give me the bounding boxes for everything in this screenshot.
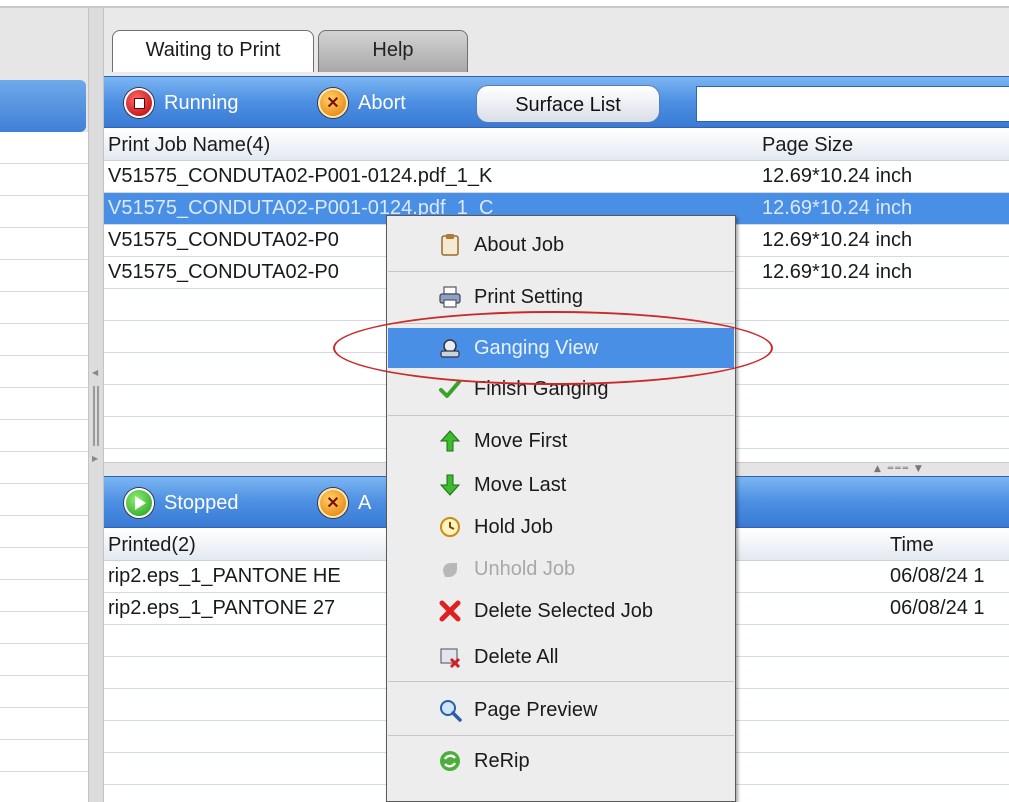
menu-item-label: Delete All (474, 646, 559, 668)
menu-item-ganging-view[interactable]: Ganging View (388, 328, 734, 368)
page-size-cell: 12.69*10.24 inch (762, 197, 913, 219)
menu-separator (388, 735, 734, 736)
arrow-down-icon (439, 474, 461, 496)
running-button[interactable]: Running (124, 87, 239, 119)
splitter-right-arrow-icon[interactable]: ▶ (92, 454, 98, 463)
menu-item-label: Page Preview (474, 699, 598, 721)
menu-item-finish-ganging[interactable]: Finish Ganging (388, 369, 734, 409)
abort-label-bottom: A (358, 491, 372, 514)
delete-all-icon (440, 648, 461, 669)
column-header-printed[interactable]: Printed(2) (108, 534, 196, 557)
printed-name-cell: rip2.eps_1_PANTONE 27 (108, 597, 336, 619)
red-x-icon (439, 600, 461, 622)
menu-item-move-last[interactable]: Move Last (388, 465, 734, 505)
menu-item-page-preview[interactable]: Page Preview (388, 690, 734, 730)
printed-time-cell: 06/08/24 1 (890, 597, 985, 619)
menu-item-label: Ganging View (474, 337, 599, 359)
menu-item-label: Delete Selected Job (474, 600, 654, 622)
menu-item-move-first[interactable]: Move First (388, 421, 734, 461)
menu-separator (388, 681, 734, 682)
context-menu: About Job Print Setting Ganging View Fin… (386, 215, 736, 802)
hand-icon (443, 563, 457, 577)
clipboard-icon (441, 234, 459, 256)
job-name-cell: V51575_CONDUTA02-P001-0124.pdf_1_K (108, 165, 493, 187)
page-size-cell: 12.69*10.24 inch (762, 261, 913, 283)
abort-x-icon: ✕ (318, 88, 348, 118)
stop-icon (124, 88, 154, 118)
tab-bar: Waiting to Print Help (104, 8, 1009, 76)
job-name-cell: V51575_CONDUTA02-P0 (108, 261, 339, 283)
printed-name-cell: rip2.eps_1_PANTONE HE (108, 565, 341, 587)
menu-item-delete-selected-job[interactable]: Delete Selected Job (388, 591, 734, 631)
surface-list-button[interactable]: Surface List (476, 85, 660, 123)
abort-x-icon: ✕ (318, 488, 348, 518)
job-name-cell: V51575_CONDUTA02-P0 (108, 229, 339, 251)
abort-button-bottom[interactable]: ✕ A (318, 487, 371, 519)
vertical-splitter[interactable]: ◀ ▶ (88, 8, 104, 802)
table-row[interactable]: V51575_CONDUTA02-P001-0124.pdf_1_K 12.69… (104, 161, 1009, 193)
page-size-cell: 12.69*10.24 inch (762, 165, 913, 187)
menu-item-label: Move Last (474, 474, 567, 496)
arrow-up-icon (439, 430, 461, 452)
menu-item-label: ReRip (474, 750, 530, 772)
abort-button[interactable]: ✕ Abort (318, 87, 406, 119)
left-panel-list (0, 132, 88, 802)
tab-help[interactable]: Help (318, 30, 468, 72)
print-jobs-header: Print Job Name(4) Page Size (104, 129, 1009, 161)
tab-waiting-to-print[interactable]: Waiting to Print (112, 30, 314, 72)
menu-item-print-setting[interactable]: Print Setting (388, 277, 734, 317)
running-toolbar: Running ✕ Abort Surface List (104, 76, 1009, 128)
menu-item-delete-all[interactable]: Delete All (388, 637, 734, 677)
clock-icon (440, 517, 460, 537)
menu-item-label: Hold Job (474, 516, 553, 538)
printed-time-cell: 06/08/24 1 (890, 565, 985, 587)
left-panel (0, 8, 96, 802)
menu-item-rerip[interactable]: ReRip (388, 741, 734, 781)
menu-item-label: Move First (474, 430, 568, 452)
checkmark-icon (439, 380, 461, 398)
column-header-job-name[interactable]: Print Job Name(4) (108, 134, 270, 157)
printer-icon (439, 286, 461, 308)
abort-label: Abort (358, 91, 406, 114)
toolbar-field[interactable] (696, 86, 1009, 122)
ganging-icon (440, 339, 460, 358)
menu-item-label: Finish Ganging (474, 378, 609, 400)
play-icon (124, 488, 154, 518)
refresh-icon (440, 751, 460, 771)
menu-separator (388, 415, 734, 416)
stopped-label: Stopped (164, 491, 239, 514)
left-panel-header (0, 80, 86, 132)
window-top-edge (0, 0, 1009, 8)
menu-item-label: About Job (474, 234, 565, 256)
splitter-grip-icon[interactable]: ▲ ═══ ▼ (874, 464, 924, 474)
splitter-grip[interactable] (93, 386, 99, 446)
column-header-page-size[interactable]: Page Size (762, 134, 853, 157)
splitter-left-arrow-icon[interactable]: ◀ (92, 368, 98, 377)
menu-item-about-job[interactable]: About Job (388, 225, 734, 265)
menu-separator (388, 271, 734, 272)
menu-item-unhold-job[interactable]: Unhold Job (388, 549, 734, 589)
stopped-button[interactable]: Stopped (124, 487, 239, 519)
running-label: Running (164, 91, 239, 114)
column-header-time[interactable]: Time (890, 534, 934, 557)
menu-separator (388, 323, 734, 324)
menu-item-label: Print Setting (474, 286, 583, 308)
menu-item-hold-job[interactable]: Hold Job (388, 507, 734, 547)
magnifier-icon (440, 700, 462, 722)
page-size-cell: 12.69*10.24 inch (762, 229, 913, 251)
menu-item-label: Unhold Job (474, 558, 576, 580)
